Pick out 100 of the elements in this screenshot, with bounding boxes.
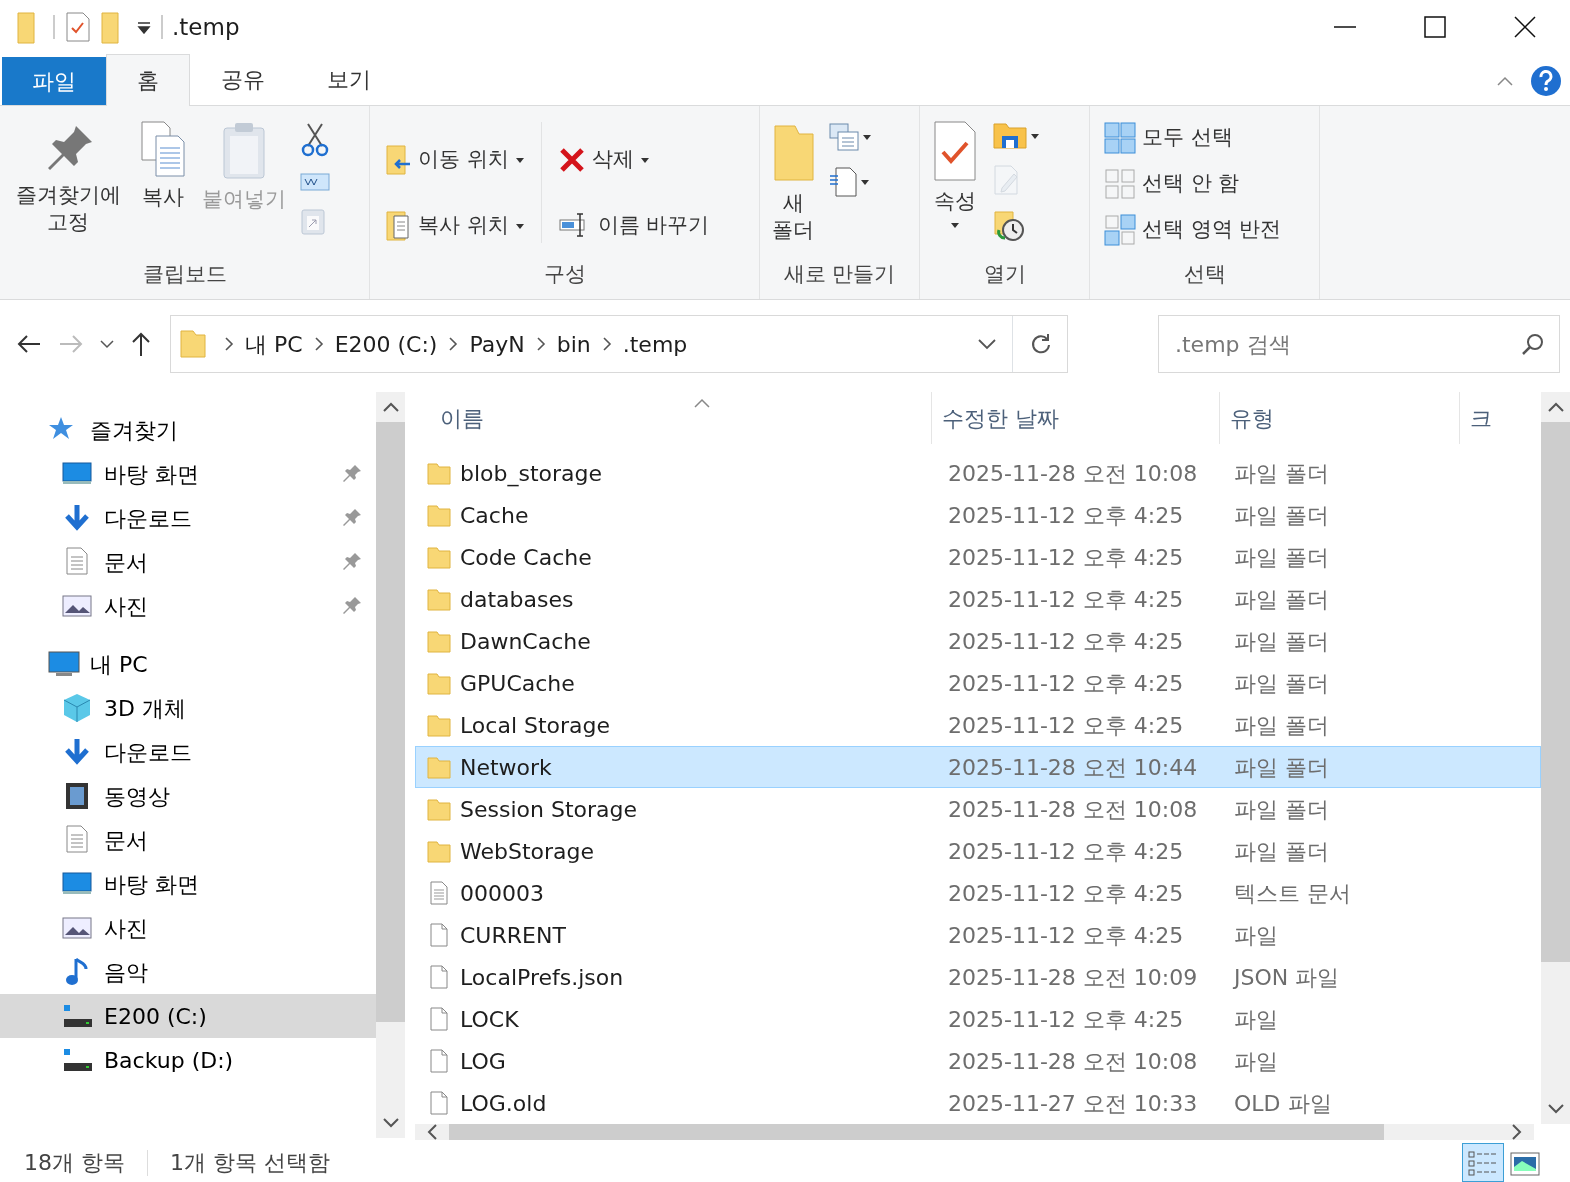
sidebar-item[interactable]: 사진: [0, 584, 376, 628]
help-icon: [1530, 65, 1562, 97]
breadcrumb[interactable]: E200 (C:): [330, 327, 442, 361]
file-row[interactable]: blob_storage 2025-11-28 오전 10:08 파일 폴더: [415, 452, 1541, 494]
file-row[interactable]: Code Cache 2025-11-12 오후 4:25 파일 폴더: [415, 536, 1541, 578]
file-row[interactable]: databases 2025-11-12 오후 4:25 파일 폴더: [415, 578, 1541, 620]
clipboard-icon: [220, 120, 268, 180]
caret-icon: [860, 178, 870, 186]
chevron-icon: [534, 336, 547, 352]
file-date: 2025-11-12 오후 4:25: [948, 1006, 1184, 1032]
caret-icon: [639, 155, 650, 164]
sidebar-item[interactable]: 3D 개체: [0, 686, 376, 730]
ribbon-tab[interactable]: 홈: [106, 54, 190, 106]
breadcrumb[interactable]: .temp: [618, 327, 692, 361]
copy-to-button[interactable]: 복사 위치: [378, 206, 531, 246]
file-type: 파일 폴더: [1234, 796, 1329, 822]
sidebar-item[interactable]: 음악: [0, 950, 376, 994]
file-row[interactable]: LOG 2025-11-28 오전 10:08 파일: [415, 1040, 1541, 1082]
file-name: LOCK: [460, 1005, 519, 1034]
horizontal-scrollbar[interactable]: [415, 1124, 1534, 1140]
caret-icon: [862, 133, 872, 141]
edit-icon: [992, 164, 1020, 196]
sidebar-item[interactable]: 동영상: [0, 774, 376, 818]
file-type: 파일: [1234, 1006, 1278, 1032]
file-type: 파일: [1234, 922, 1278, 948]
file-name: CURRENT: [460, 921, 566, 950]
sidebar-item[interactable]: 바탕 화면: [0, 862, 376, 906]
sidebar-item[interactable]: Backup (D:): [0, 1038, 376, 1082]
scroll-up-icon: [382, 402, 399, 412]
column-header[interactable]: 이름: [415, 392, 932, 444]
file-name: Code Cache: [460, 543, 592, 572]
ribbon-tab[interactable]: 보기: [296, 53, 402, 105]
invert-selection-button[interactable]: 선택 영역 반전: [1098, 210, 1288, 250]
scroll-down-icon: [1547, 1104, 1564, 1114]
file-row[interactable]: Session Storage 2025-11-28 오전 10:08 파일 폴더: [415, 788, 1541, 830]
file-row[interactable]: GPUCache 2025-11-12 오후 4:25 파일 폴더: [415, 662, 1541, 704]
file-tab[interactable]: 파일: [2, 57, 106, 105]
file-type: 파일 폴더: [1234, 544, 1329, 570]
pin-icon: [342, 508, 362, 528]
select-all-icon: [1104, 122, 1136, 154]
new-item-icon: [828, 122, 860, 152]
file-row[interactable]: Network 2025-11-28 오전 10:44 파일 폴더: [415, 746, 1541, 788]
ribbon-tab[interactable]: 공유: [190, 53, 296, 105]
file-row[interactable]: LOG.old 2025-11-27 오전 10:33 OLD 파일: [415, 1082, 1541, 1124]
folder-icon: [426, 544, 452, 570]
file-row[interactable]: LOCK 2025-11-12 오후 4:25 파일: [415, 998, 1541, 1040]
file-row[interactable]: Cache 2025-11-12 오후 4:25 파일 폴더: [415, 494, 1541, 536]
close-icon: [1514, 16, 1536, 38]
sidebar-item[interactable]: 바탕 화면: [0, 452, 376, 496]
scrollbar[interactable]: [1541, 392, 1570, 1124]
sidebar-item[interactable]: E200 (C:): [0, 994, 376, 1038]
pin-icon: [342, 552, 362, 572]
file-name: Local Storage: [460, 711, 611, 740]
column-header[interactable]: 크: [1460, 392, 1520, 444]
item-label: 즐겨찾기: [90, 416, 179, 445]
move-to-button[interactable]: 이동 위치: [378, 140, 531, 180]
address-bar[interactable]: 내 PC E200 (C:) PayN bin .temp: [170, 315, 1068, 373]
item-label: 다운로드: [104, 504, 193, 533]
select-none-button[interactable]: 선택 안 함: [1098, 164, 1288, 204]
new-folder-button[interactable]: 새 폴더: [768, 112, 818, 259]
file-row[interactable]: CURRENT 2025-11-12 오후 4:25 파일: [415, 914, 1541, 956]
file-row[interactable]: 000003 2025-11-12 오후 4:25 텍스트 문서: [415, 872, 1541, 914]
column-header[interactable]: 수정한 날짜: [932, 392, 1220, 444]
properties-button[interactable]: 속성: [928, 112, 982, 259]
breadcrumb[interactable]: 내 PC: [241, 327, 307, 361]
pin-button[interactable]: 즐겨찾기에 고정: [8, 112, 128, 259]
breadcrumb[interactable]: PayN: [465, 327, 529, 361]
breadcrumb[interactable]: bin: [552, 327, 595, 361]
scrollbar[interactable]: [376, 392, 405, 1138]
sidebar-item[interactable]: 다운로드: [0, 730, 376, 774]
select-none-icon: [1104, 168, 1136, 200]
file-name: Cache: [460, 501, 529, 530]
folder-icon: [179, 329, 207, 359]
scroll-right-icon: [1512, 1124, 1522, 1140]
help-button[interactable]: [1530, 65, 1562, 97]
column-header[interactable]: 유형: [1220, 392, 1460, 444]
ribbon-group-label: 새로 만들기: [782, 261, 897, 288]
file-row[interactable]: Local Storage 2025-11-12 오후 4:25 파일 폴더: [415, 704, 1541, 746]
delete-button[interactable]: 삭제: [551, 140, 716, 180]
select-all-button[interactable]: 모두 선택: [1098, 118, 1288, 158]
file-type: 파일 폴더: [1234, 838, 1329, 864]
file-row[interactable]: LocalPrefs.json 2025-11-28 오전 10:09 JSON 파일: [415, 956, 1541, 998]
file-date: 2025-11-12 오후 4:25: [948, 544, 1184, 570]
file-row[interactable]: DawnCache 2025-11-12 오후 4:25 파일 폴더: [415, 620, 1541, 662]
up-arrow-icon: [130, 331, 152, 358]
search-input[interactable]: .temp 검색: [1173, 326, 1521, 362]
sidebar-item[interactable]: 다운로드: [0, 496, 376, 540]
details-view-button[interactable]: [1462, 1143, 1504, 1182]
sidebar-item[interactable]: 내 PC: [0, 642, 376, 686]
sidebar-item[interactable]: 사진: [0, 906, 376, 950]
search-field[interactable]: .temp 검색: [1158, 315, 1560, 373]
rename-button[interactable]: 이름 바꾸기: [551, 205, 716, 245]
file-date: 2025-11-12 오후 4:25: [948, 628, 1184, 654]
sidebar-item[interactable]: 즐겨찾기: [0, 408, 376, 452]
sidebar-item[interactable]: 문서: [0, 540, 376, 584]
sidebar-item[interactable]: 문서: [0, 818, 376, 862]
file-name: 000003: [460, 879, 544, 908]
copy-button[interactable]: 복사: [134, 112, 192, 259]
file-name: LocalPrefs.json: [460, 963, 624, 992]
file-row[interactable]: WebStorage 2025-11-12 오후 4:25 파일 폴더: [415, 830, 1541, 872]
